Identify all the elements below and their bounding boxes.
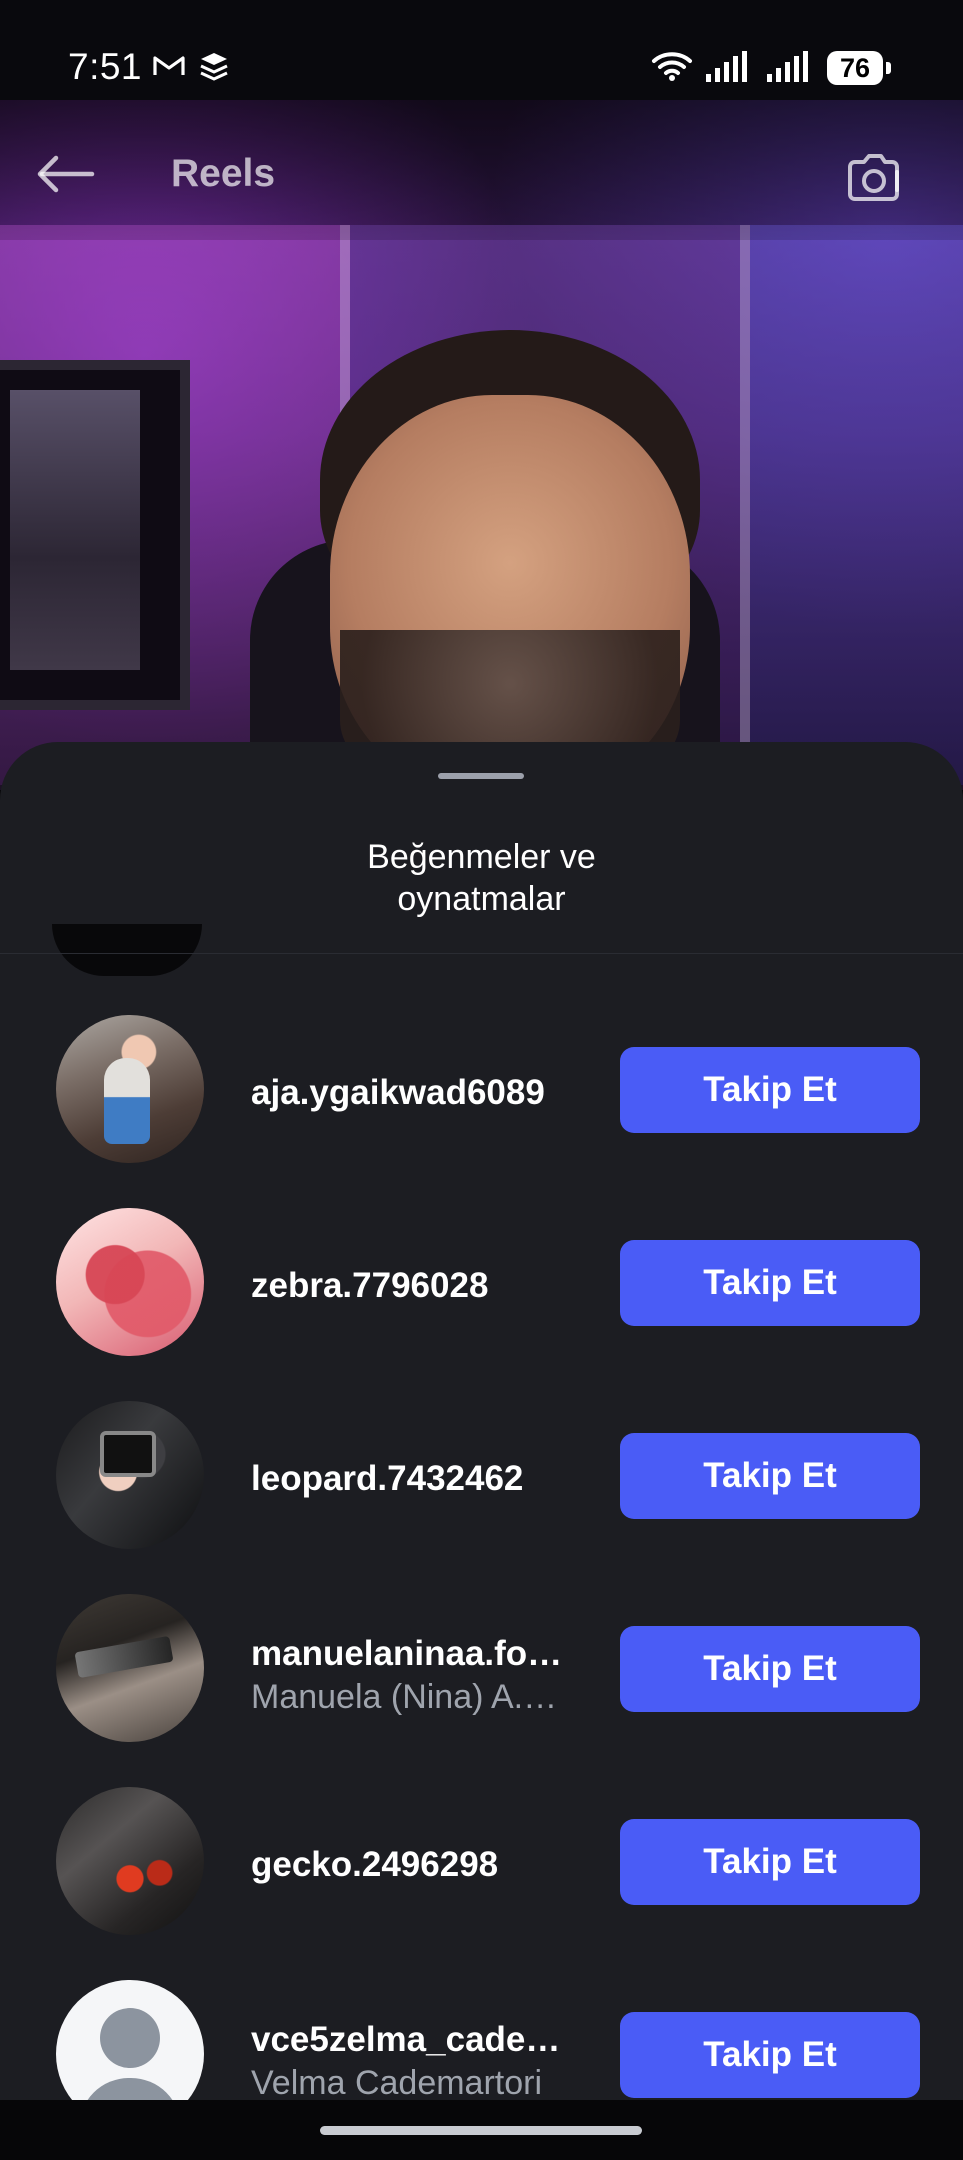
follow-button[interactable]: Takip Et xyxy=(620,1433,920,1519)
home-indicator[interactable] xyxy=(320,2126,642,2135)
liker-full-name: Velma Cademartori xyxy=(251,2064,543,2102)
liker-row[interactable]: leopard.7432462 Takip Et xyxy=(0,1341,963,1549)
likes-and-plays-sheet: Beğenmeler ve oynatmalar aja.ygaikwad608… xyxy=(0,742,963,2160)
follow-button[interactable]: Takip Et xyxy=(620,1819,920,1905)
signal-icon xyxy=(765,50,809,84)
wifi-icon xyxy=(650,50,694,82)
avatar[interactable] xyxy=(56,1787,204,1935)
avatar[interactable] xyxy=(56,1401,204,1549)
sheet-title-text: Beğenmeler ve oynatmalar xyxy=(367,838,596,918)
background-monitor xyxy=(0,360,190,710)
follow-button[interactable]: Takip Et xyxy=(620,1626,920,1712)
avatar[interactable] xyxy=(56,1594,204,1742)
follow-button[interactable]: Takip Et xyxy=(620,2012,920,2098)
monitor-screen xyxy=(10,390,140,670)
signal-icon xyxy=(704,50,748,84)
liker-username[interactable]: gecko.2496298 xyxy=(251,1845,591,1885)
sheet-drag-handle[interactable] xyxy=(438,773,524,779)
liker-full-name: Manuela (Nina) A.… xyxy=(251,1678,558,1716)
battery-tip xyxy=(886,62,891,74)
liker-row[interactable]: gecko.2496298 Takip Et xyxy=(0,1727,963,1935)
sheet-divider xyxy=(0,953,963,954)
avatar[interactable] xyxy=(56,1015,204,1163)
status-time: 7:51 xyxy=(68,46,143,87)
camera-icon xyxy=(843,148,903,209)
follow-button[interactable]: Takip Et xyxy=(620,1240,920,1326)
liker-username[interactable]: leopard.7432462 xyxy=(251,1459,591,1499)
liker-row[interactable]: vce5zelma_cade… Velma Cademartori Takip … xyxy=(0,1920,963,2128)
liker-row[interactable]: zebra.7796028 Takip Et xyxy=(0,1148,963,1356)
gmail-icon xyxy=(152,53,186,79)
liker-username[interactable]: manuelaninaa.fo… xyxy=(251,1634,591,1674)
liker-row[interactable]: aja.ygaikwad6089 Takip Et xyxy=(0,955,963,1163)
instagram-reels-likes-screen: 7:51 76 Reels Beğenmeler ve oynatmalar a… xyxy=(0,0,963,2160)
liker-username[interactable]: zebra.7796028 xyxy=(251,1266,591,1306)
background-shelf-right xyxy=(750,225,963,785)
sheet-title: Beğenmeler ve oynatmalar xyxy=(326,836,637,920)
back-arrow-icon xyxy=(34,153,96,198)
battery-icon: 76 xyxy=(827,51,883,85)
avatar[interactable] xyxy=(56,1208,204,1356)
likers-list: aja.ygaikwad6089 Takip Et zebra.7796028 … xyxy=(0,955,963,2155)
camera-button[interactable] xyxy=(843,148,903,208)
liker-username[interactable]: aja.ygaikwad6089 xyxy=(251,1073,591,1113)
status-bar: 7:51 76 xyxy=(0,0,963,100)
liker-row[interactable]: manuelaninaa.fo… Manuela (Nina) A.… Taki… xyxy=(0,1534,963,1742)
reels-title: Reels xyxy=(171,152,276,195)
back-button[interactable] xyxy=(30,145,100,205)
stack-icon xyxy=(196,51,232,83)
liker-username[interactable]: vce5zelma_cade… xyxy=(251,2020,591,2060)
follow-button[interactable]: Takip Et xyxy=(620,1047,920,1133)
